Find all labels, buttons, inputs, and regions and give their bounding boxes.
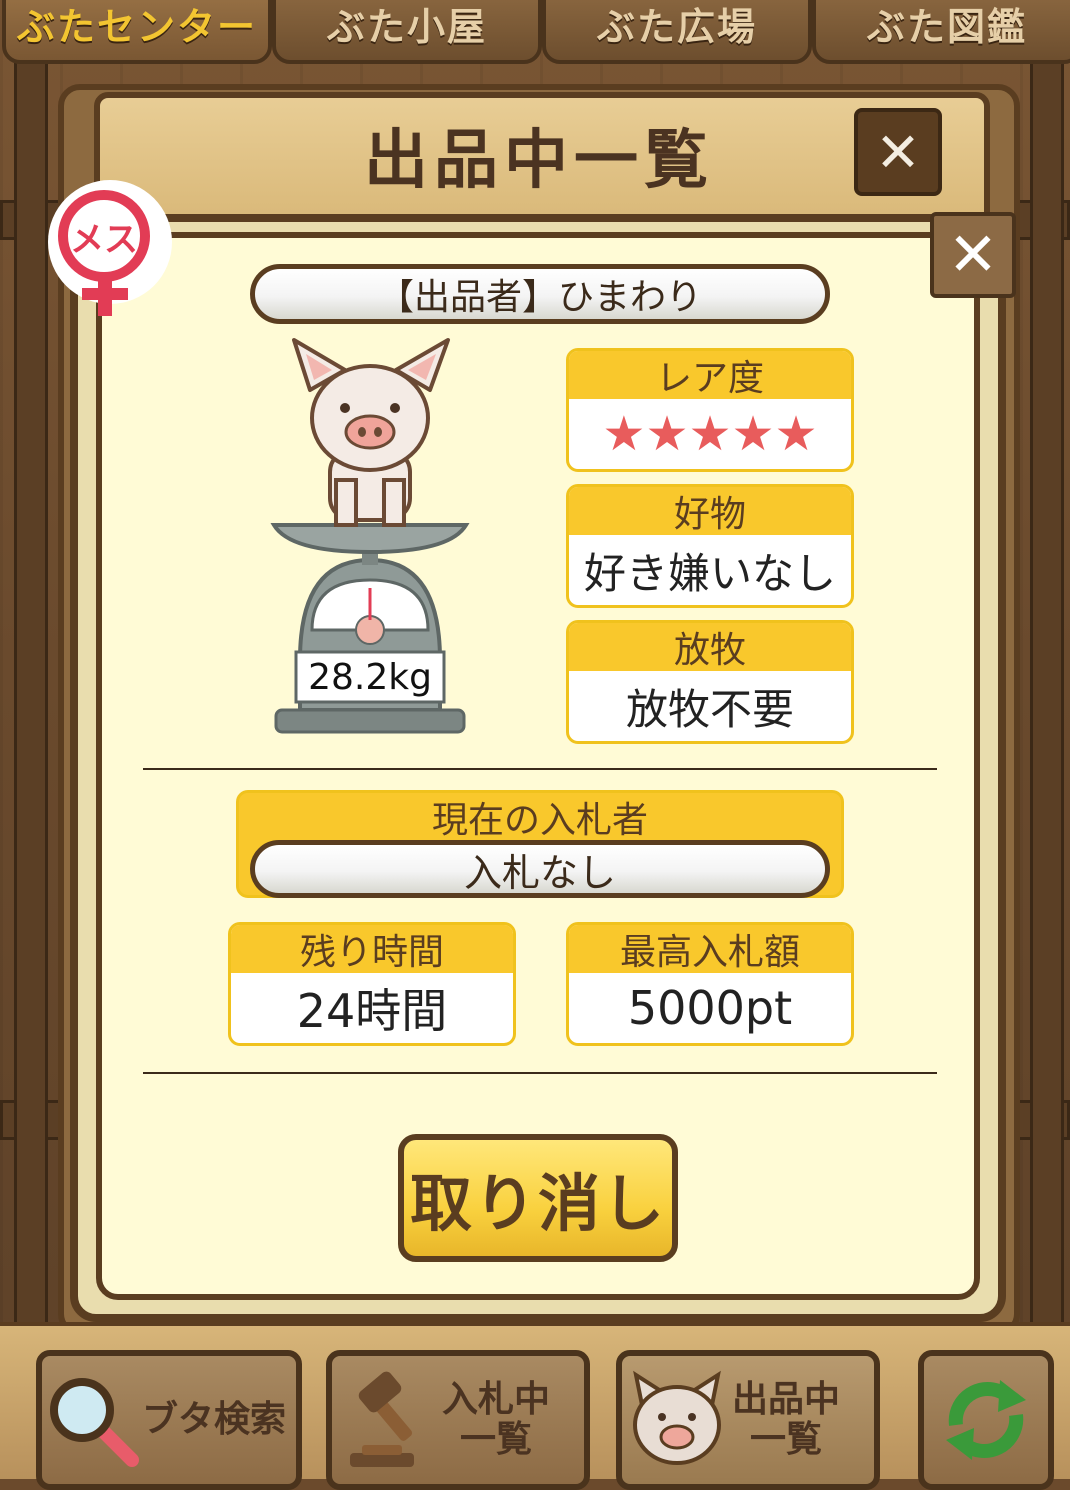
panel-title: 出品中一覧 <box>364 124 714 198</box>
remaining-time-box: 残り時間 24時間 <box>228 922 516 1046</box>
remaining-time-value: 24時間 <box>296 984 448 1038</box>
rarity-box: レア度 ★★★★★ <box>566 348 854 472</box>
refresh-icon <box>936 1370 1036 1470</box>
dialog-close-button[interactable]: ✕ <box>930 212 1016 298</box>
max-bid-box: 最高入札額 5000pt <box>566 922 854 1046</box>
close-icon: ✕ <box>947 220 999 290</box>
divider <box>143 768 937 770</box>
listing-list-button[interactable]: 出品中 一覧 <box>616 1350 880 1490</box>
favorite-food-box: 好物 好き嫌いなし <box>566 484 854 608</box>
favorite-food-label: 好物 <box>569 487 851 535</box>
tab-buta-goya[interactable]: ぶた小屋 <box>272 0 542 64</box>
bidding-list-label-line2: 一覧 <box>460 1419 533 1460</box>
listing-list-label: 出品中 一覧 <box>732 1380 840 1459</box>
top-tab-bar: ぶたセンター ぶた小屋 ぶた広場 ぶた図鑑 <box>0 0 1070 64</box>
gender-label: メス <box>70 219 138 260</box>
gavel-icon <box>332 1365 442 1475</box>
pig-search-label: ブタ検索 <box>142 1399 287 1441</box>
cancel-listing-button[interactable]: 取り消し <box>398 1134 678 1262</box>
listing-list-label-line1: 出品中 <box>732 1379 841 1421</box>
grazing-value: 放牧不要 <box>625 684 794 734</box>
pig-face-icon <box>622 1365 732 1475</box>
bidding-list-label: 入札中 一覧 <box>442 1380 550 1459</box>
close-icon: ✕ <box>875 120 921 184</box>
tab-buta-zukan[interactable]: ぶた図鑑 <box>812 0 1070 64</box>
panel-close-button[interactable]: ✕ <box>854 108 942 196</box>
max-bid-label: 最高入札額 <box>569 925 851 973</box>
rarity-label: レア度 <box>569 351 851 399</box>
tab-buta-center[interactable]: ぶたセンター <box>2 0 272 64</box>
divider <box>143 1072 937 1074</box>
bidding-list-button[interactable]: 入札中 一覧 <box>326 1350 590 1490</box>
seller-name: 【出品者】ひまわり <box>250 264 830 324</box>
bidding-list-label-line1: 入札中 <box>442 1379 551 1421</box>
star-icon: ★★★★★ <box>602 406 818 462</box>
grazing-box: 放牧 放牧不要 <box>566 620 854 744</box>
current-bidder-label: 現在の入札者 <box>239 793 841 841</box>
tab-buta-hiroba[interactable]: ぶた広場 <box>542 0 812 64</box>
grazing-label: 放牧 <box>569 623 851 671</box>
pig-icon <box>292 338 450 527</box>
background-post <box>14 60 48 1335</box>
pig-weight: 28.2kg <box>308 656 432 698</box>
magnifier-icon <box>42 1370 142 1470</box>
max-bid-value: 5000pt <box>627 981 793 1035</box>
current-bidder-value: 入札なし <box>250 840 830 898</box>
female-symbol-bar <box>82 288 128 300</box>
remaining-time-label: 残り時間 <box>231 925 513 973</box>
favorite-food-value: 好き嫌いなし <box>583 548 836 598</box>
listing-list-label-line2: 一覧 <box>750 1419 823 1460</box>
refresh-button[interactable] <box>918 1350 1054 1490</box>
background-post <box>1030 60 1064 1335</box>
pig-search-button[interactable]: ブタ検索 <box>36 1350 302 1490</box>
rarity-stars: ★★★★★ <box>569 399 851 469</box>
